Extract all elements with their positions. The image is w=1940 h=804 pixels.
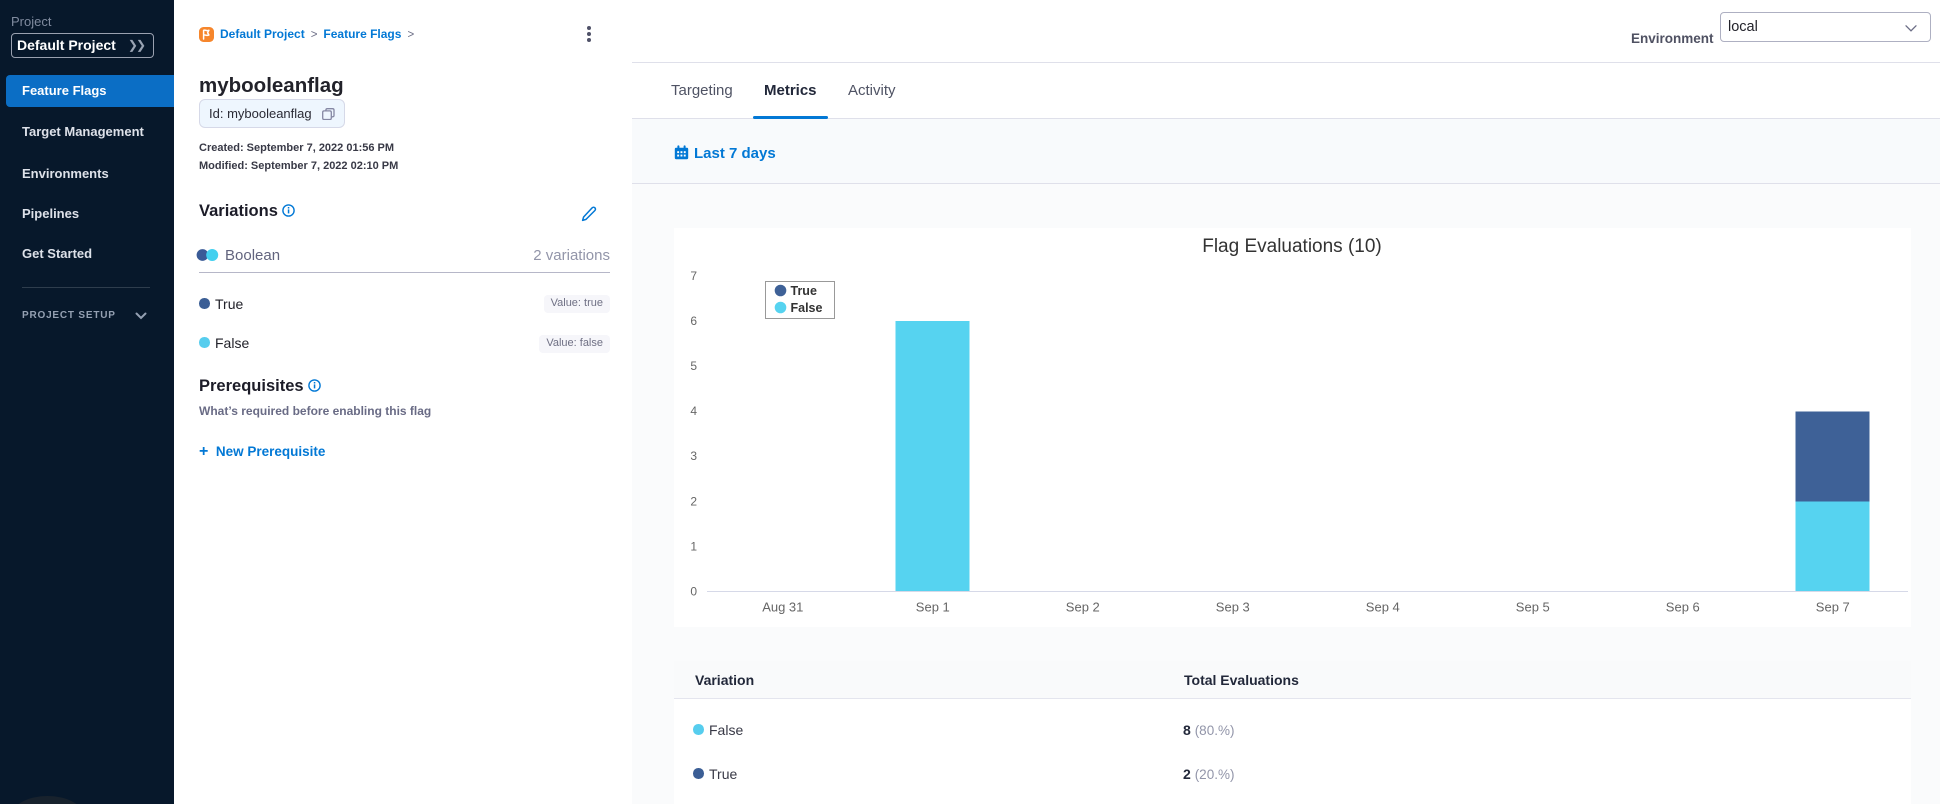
svg-text:Sep 6: Sep 6 — [1666, 600, 1700, 615]
svg-text:Flag Evaluations (10): Flag Evaluations (10) — [1202, 236, 1382, 257]
svg-text:4: 4 — [690, 404, 697, 418]
svg-text:False: False — [791, 301, 823, 315]
svg-text:Sep 1: Sep 1 — [916, 600, 950, 615]
svg-text:Sep 2: Sep 2 — [1066, 600, 1100, 615]
svg-text:Sep 4: Sep 4 — [1366, 600, 1400, 615]
svg-text:3: 3 — [690, 449, 697, 463]
svg-text:7: 7 — [690, 269, 697, 283]
svg-text:Sep 7: Sep 7 — [1816, 600, 1850, 615]
svg-text:Sep 3: Sep 3 — [1216, 600, 1250, 615]
svg-text:0: 0 — [690, 584, 697, 598]
svg-text:6: 6 — [690, 314, 697, 328]
svg-text:Sep 5: Sep 5 — [1516, 600, 1550, 615]
svg-text:True: True — [791, 284, 817, 298]
svg-text:2: 2 — [690, 494, 697, 508]
svg-text:Aug 31: Aug 31 — [762, 600, 803, 615]
svg-text:5: 5 — [690, 359, 697, 373]
svg-text:1: 1 — [690, 539, 697, 553]
